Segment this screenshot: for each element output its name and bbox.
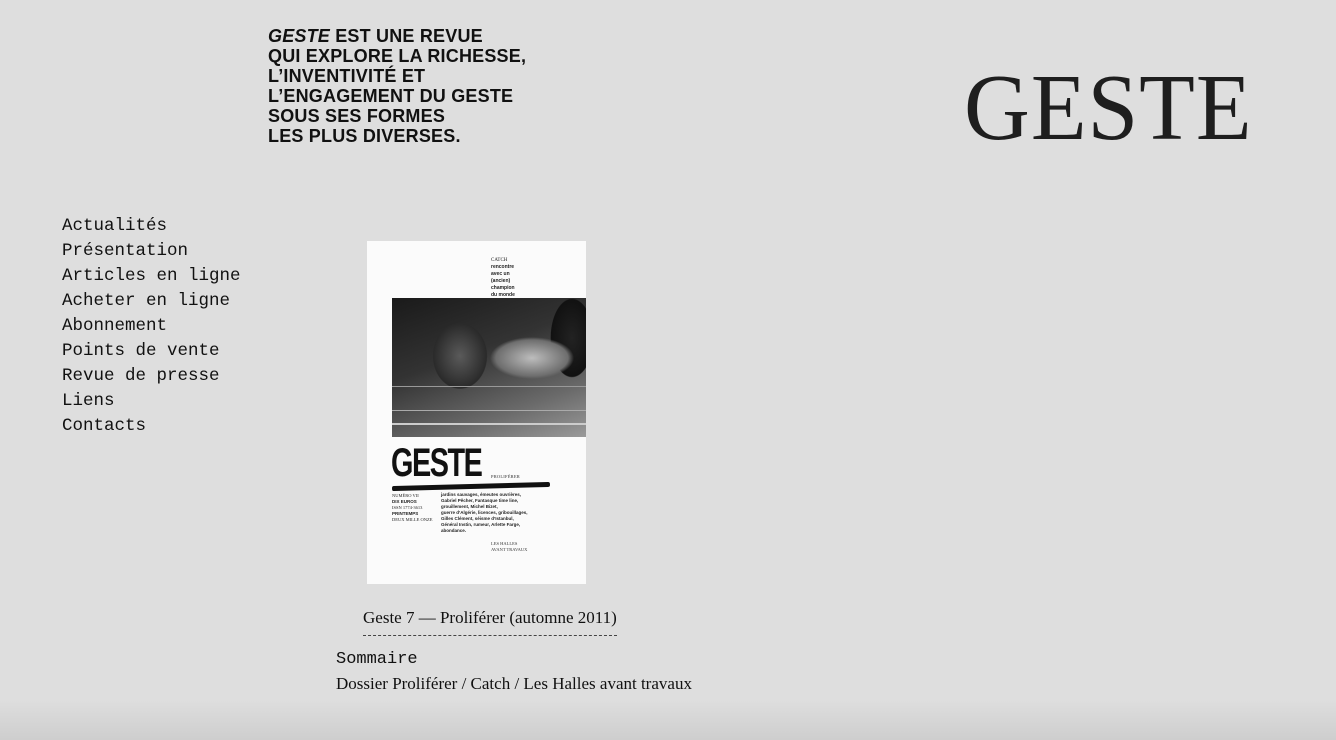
cover-meta-line: DEUX MILLE ONZE: [392, 517, 433, 522]
cover-teaser-line: (ancien): [491, 278, 511, 284]
tagline-line-1-text: EST UNE REVUE: [330, 26, 483, 46]
nav-item-acheter-en-ligne[interactable]: Acheter en ligne: [62, 289, 241, 314]
cover-teaser-line: avec un: [491, 271, 510, 277]
tagline-line-2: QUI EXPLORE LA RICHESSE,: [268, 46, 527, 66]
nav-item-liens[interactable]: Liens: [62, 389, 241, 414]
nav-item-abonnement[interactable]: Abonnement: [62, 314, 241, 339]
cover-meta: NUMÉRO VII DIX EUROS ISSN 1774-3613 PRIN…: [392, 493, 433, 523]
issue-cover-image[interactable]: CATCH rencontre avec un (ancien) champio…: [367, 241, 586, 584]
tagline-line-3: L’INVENTIVITÉ ET: [268, 66, 426, 86]
tagline-line-1: GESTE EST UNE REVUE: [268, 26, 526, 46]
summary-text: Dossier Proliférer / Catch / Les Halles …: [336, 674, 692, 693]
cover-contents: jardins sauvages, émeutes ouvrières, Gab…: [441, 492, 541, 534]
site-logo[interactable]: GESTE: [964, 58, 1252, 158]
bottom-shade: [0, 700, 1336, 740]
issue-title-link[interactable]: Geste 7 — Proliférer (automne 2011): [363, 606, 617, 636]
nav-item-actualites[interactable]: Actualités: [62, 214, 241, 239]
tagline-emphasis: GESTE: [268, 26, 331, 46]
cover-teaser-line: rencontre: [491, 264, 515, 270]
ring-rope: [392, 423, 586, 425]
cover-masthead: GESTE: [391, 441, 483, 485]
nav-item-points-de-vente[interactable]: Points de vente: [62, 339, 241, 364]
tagline-line-4: L’ENGAGEMENT DU GESTE: [268, 86, 514, 106]
main-nav: Actualités Présentation Articles en lign…: [62, 214, 241, 439]
nav-item-presentation[interactable]: Présentation: [62, 239, 241, 264]
tagline-line-6: LES PLUS DIVERSES.: [268, 126, 461, 146]
summary-label: Sommaire: [336, 650, 418, 669]
cover-footnote-line: AVANT TRAVAUX: [491, 547, 528, 552]
cover-teaser-line: champion: [491, 285, 515, 291]
tagline-line-5: SOUS SES FORMES: [268, 106, 446, 126]
nav-item-articles-en-ligne[interactable]: Articles en ligne: [62, 264, 241, 289]
nav-item-contacts[interactable]: Contacts: [62, 414, 241, 439]
ring-rope: [392, 386, 586, 387]
cover-theme: PROLIFÉRER: [491, 474, 521, 479]
nav-item-revue-de-presse[interactable]: Revue de presse: [62, 364, 241, 389]
cover-teaser-line: CATCH: [491, 258, 508, 263]
tagline: GESTE EST UNE REVUE QUI EXPLORE LA RICHE…: [268, 26, 526, 146]
ring-rope: [392, 410, 586, 411]
cover-wrestling-photo: [392, 298, 586, 437]
cover-footnote: LES HALLES AVANT TRAVAUX: [491, 541, 527, 553]
cover-teaser: CATCH rencontre avec un (ancien) champio…: [491, 257, 515, 299]
cover-contents-line: abondance.: [441, 528, 467, 533]
